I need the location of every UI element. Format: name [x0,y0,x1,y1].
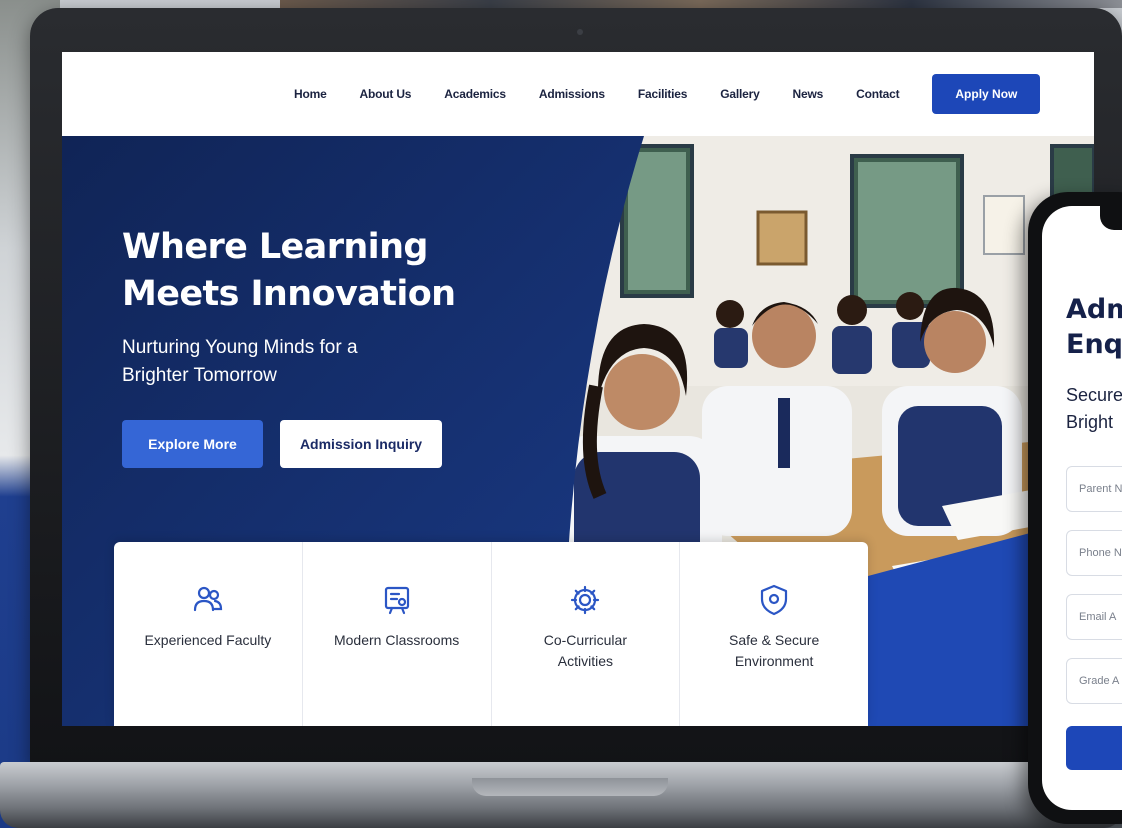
phone-form-subtitle: Secure Bright [1066,385,1122,432]
people-icon [193,586,222,612]
hero-text: Where Learning Meets Innovation Nurturin… [122,224,482,390]
nav-link-facilities[interactable]: Facilities [638,87,688,101]
phone-number-field[interactable] [1066,530,1122,576]
nav-link-home[interactable]: Home [294,87,327,101]
explore-more-button[interactable]: Explore More [122,420,263,468]
nav-link-academics[interactable]: Academics [444,87,506,101]
nav-link-about-us[interactable]: About Us [360,87,412,101]
feature-label: Co-Curricular Activities [543,632,627,669]
apply-now-button[interactable]: Apply Now [932,74,1041,114]
feature-label: Safe & Secure Environment [728,632,820,669]
background-photo-strip [280,0,1122,8]
shield-icon [761,584,788,616]
feature-label: Experienced Faculty [144,632,272,648]
phone-submit-button[interactable] [1066,726,1122,770]
phone-notch [1100,206,1122,230]
hero-title-line-1: Where Learning [122,227,428,267]
parent-name-field[interactable] [1066,466,1122,512]
hero-section: Where Learning Meets Innovation Nurturin… [62,136,1094,726]
laptop-camera [577,29,583,35]
feature-card-cocurricular: Co-Curricular Activities [492,542,681,726]
feature-label: Modern Classrooms [333,632,460,648]
nav-link-gallery[interactable]: Gallery [720,87,759,101]
nav-link-news[interactable]: News [793,87,824,101]
gear-icon [571,585,600,615]
hero-title-line-2: Meets Innovation [122,274,456,314]
feature-card-classrooms: Modern Classrooms [303,542,492,726]
phone-form-title: Adm Enq [1066,294,1122,360]
phone-screen: Adm Enq Secure Bright [1042,206,1122,810]
email-field[interactable] [1066,594,1122,640]
admission-inquiry-button[interactable]: Admission Inquiry [280,420,442,468]
features-strip: Experienced Faculty Modern Classrooms Co… [114,542,868,726]
laptop-trackpad-notch [472,778,668,796]
nav-link-contact[interactable]: Contact [856,87,899,101]
grade-field[interactable] [1066,658,1122,704]
nav-link-admissions[interactable]: Admissions [539,87,605,101]
hero-subtitle: Nurturing Young Minds for a Brighter Tom… [122,337,358,386]
laptop-screen: Home About Us Academics Admissions Facil… [62,52,1094,726]
feature-card-safety: Safe & Secure Environment [680,542,868,726]
hero-title: Where Learning Meets Innovation [122,224,482,318]
hero-buttons: Explore More Admission Inquiry [122,420,442,468]
feature-card-faculty: Experienced Faculty [114,542,303,726]
classroom-board-icon [384,586,409,615]
nav-links: Home About Us Academics Admissions Facil… [294,87,932,101]
top-navigation: Home About Us Academics Admissions Facil… [62,52,1094,136]
